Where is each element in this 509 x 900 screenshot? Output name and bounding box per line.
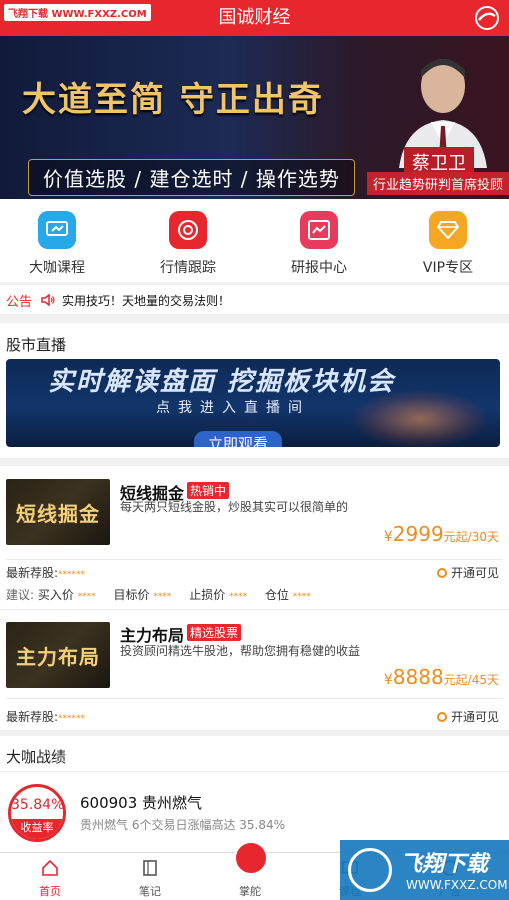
open-label: 开通可见 [450, 566, 499, 580]
advice-item-label: 买入价 [37, 588, 74, 602]
report-icon [300, 211, 338, 249]
notice-bar[interactable]: 公告 实用技巧！天地量的交易法则！ [0, 284, 509, 314]
note-icon [143, 860, 157, 876]
advice-row: 建议: 买入价 **** 目标价 **** 止损价 **** 仓位 **** [6, 586, 325, 603]
price-value: 2999 [392, 522, 444, 546]
product-desc: 投资顾问精选牛股池，帮助您拥有稳健的收益 [120, 644, 361, 658]
advice-item-value: **** [292, 592, 311, 602]
watermark-overlay: 飞翔下载 WWW.FXXZ.COM [340, 840, 509, 900]
quick-nav-label: VIP专区 [422, 260, 474, 276]
divider [6, 559, 503, 560]
product-price: ¥8888元起/45天 [384, 665, 499, 689]
banner-headline: 大道至简 守正出奇 [22, 80, 324, 120]
product-card[interactable]: 短线掘金 短线掘金 热销中 每天两只短线金股，炒股其实可以很简单的 ¥2999元… [0, 466, 509, 609]
quick-nav-market[interactable]: 行情跟踪 [143, 211, 233, 277]
return-badge: 35.84% 收益率 [8, 784, 66, 842]
app-header: 飞翔下载 WWW.FXXZ.COM 国诚财经 [0, 0, 509, 36]
course-icon [38, 211, 76, 249]
latest-pick: 最新荐股:****** [6, 564, 85, 581]
target-icon [169, 211, 207, 249]
quick-nav: 大咖课程 行情跟踪 研报中心 VIP专区 [0, 199, 509, 282]
divider [6, 698, 503, 699]
live-banner[interactable]: 实时解读盘面 挖掘板块机会 点我进入直播间 立即观看 [6, 359, 500, 447]
tab-label: 笔记 [139, 885, 161, 898]
return-value: 35.84% [11, 797, 65, 813]
quick-nav-label: 行情跟踪 [160, 260, 216, 276]
product-price: ¥2999元起/30天 [384, 522, 499, 546]
live-section: 股市直播 实时解读盘面 挖掘板块机会 点我进入直播间 立即观看 [0, 323, 509, 458]
tab-label: 掌舵 [239, 885, 261, 898]
return-label: 收益率 [11, 819, 63, 839]
tab-home[interactable]: 首页 [0, 853, 100, 900]
advice-item-label: 仓位 [264, 588, 289, 602]
price-currency: ¥ [383, 672, 393, 688]
quick-nav-course[interactable]: 大咖课程 [12, 211, 102, 277]
speaker-icon [41, 293, 55, 307]
product-desc: 每天两只短线金股，炒股其实可以很简单的 [120, 500, 349, 514]
advice-item-label: 止损价 [189, 588, 226, 602]
advice-item-label: 目标价 [113, 588, 150, 602]
advice-item-value: **** [229, 592, 248, 602]
latest-pick-value: ****** [58, 714, 86, 724]
latest-pick-value: ****** [58, 570, 86, 580]
price-value: 8888 [392, 665, 444, 689]
product-tag: 精选股票 [187, 624, 242, 641]
product-card[interactable]: 主力布局 主力布局 精选股票 投资顾问精选牛股池，帮助您拥有稳健的收益 ¥888… [0, 610, 509, 730]
open-label: 开通可见 [450, 710, 499, 724]
performance-section: 大咖战绩 35.84% 收益率 600903 贵州燃气 贵州燃气 6个交易日涨幅… [0, 736, 509, 852]
quick-nav-vip[interactable]: VIP专区 [403, 211, 493, 277]
advice-item-value: **** [77, 592, 96, 602]
live-banner-title: 实时解读盘面 挖掘板块机会 [48, 367, 396, 397]
watermark-url: WWW.FXXZ.COM [406, 878, 508, 892]
page-title: 国诚财经 [218, 7, 291, 28]
quick-nav-label: 研报中心 [291, 260, 347, 276]
latest-pick-label: 最新荐股: [6, 710, 59, 724]
watch-now-button[interactable]: 立即观看 [194, 431, 283, 447]
section-title: 大咖战绩 [6, 748, 67, 766]
product-thumbnail: 短线掘金 [6, 479, 110, 545]
watermark-logo-icon [348, 848, 392, 892]
quick-nav-report[interactable]: 研报中心 [274, 211, 364, 277]
open-circle-icon [436, 712, 447, 722]
divider [0, 771, 509, 772]
product-tag: 热销中 [187, 482, 230, 499]
home-icon [42, 859, 58, 876]
open-to-view-link[interactable]: 开通可见 [436, 564, 499, 581]
stock-name[interactable]: 600903 贵州燃气 [80, 792, 202, 813]
tab-helm[interactable]: 掌舵 [200, 841, 300, 900]
product-thumbnail: 主力布局 [6, 622, 110, 688]
tab-notes[interactable]: 笔记 [100, 853, 200, 900]
vip-diamond-icon [429, 211, 467, 249]
price-unit: 元起/45天 [443, 673, 499, 687]
open-circle-icon [436, 568, 447, 578]
latest-pick: 最新荐股:****** [6, 708, 85, 725]
advice-label: 建议: [6, 588, 35, 602]
helm-icon [234, 841, 268, 875]
latest-pick-label: 最新荐股: [6, 566, 59, 580]
banner-subline: 价值选股 / 建仓选时 / 操作选势 [28, 159, 355, 196]
price-currency: ¥ [383, 529, 393, 545]
stock-desc: 贵州燃气 6个交易日涨幅高达 35.84% [80, 818, 286, 832]
quick-nav-label: 大咖课程 [29, 260, 85, 276]
notice-text: 实用技巧！天地量的交易法则！ [62, 294, 231, 308]
app-logo-icon[interactable] [473, 4, 501, 32]
watermark-brand: 飞翔下载 [400, 852, 489, 877]
price-unit: 元起/30天 [443, 530, 499, 544]
advice-item-value: **** [153, 592, 172, 602]
product-list: 短线掘金 短线掘金 热销中 每天两只短线金股，炒股其实可以很简单的 ¥2999元… [0, 466, 509, 730]
hero-banner[interactable]: 大道至简 守正出奇 价值选股 / 建仓选时 / 操作选势 蔡卫卫 行业趋势研判首… [0, 36, 509, 199]
advisor-role: 行业趋势研判首席投顾 [366, 172, 509, 195]
section-title: 股市直播 [6, 336, 67, 354]
notice-tag: 公告 [6, 295, 33, 310]
tab-label: 首页 [39, 885, 61, 898]
live-banner-sub: 点我进入直播间 [156, 400, 310, 416]
open-to-view-link[interactable]: 开通可见 [436, 708, 499, 725]
